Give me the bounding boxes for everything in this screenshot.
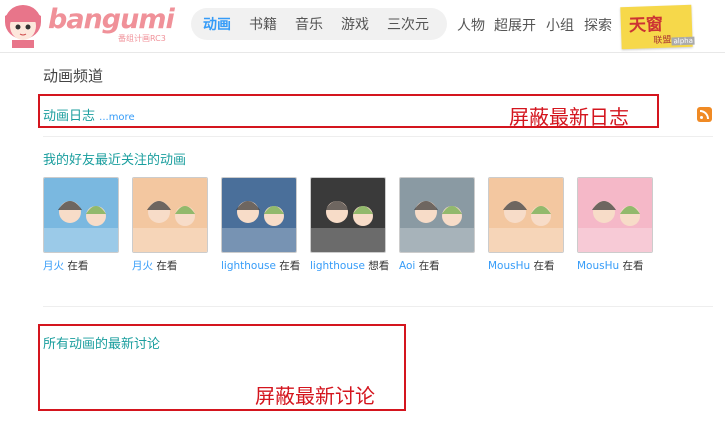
rss-icon[interactable] (697, 107, 712, 122)
nav-music[interactable]: 音乐 (295, 14, 323, 34)
watch-status: 在看 (622, 260, 644, 272)
friend-username-link[interactable]: lighthouse (221, 260, 276, 272)
friend-activity-caption: lighthouse 想看 (310, 258, 389, 273)
anime-cover-thumbnail[interactable] (132, 177, 208, 253)
site-logo-subtitle: 番组计画RC3 (118, 34, 166, 43)
page-title: 动画频道 (43, 67, 104, 85)
friend-activity-caption: Aoi 在看 (399, 258, 440, 273)
nav-rakuen[interactable]: 超展开 (494, 15, 536, 35)
promo-subtitle: 联盟 (653, 35, 672, 47)
anime-log-title-text[interactable]: 动画日志 (43, 109, 95, 124)
watch-status: 在看 (67, 260, 89, 272)
watch-status: 在看 (533, 260, 555, 272)
friend-username-link[interactable]: Aoi (399, 260, 415, 272)
divider (43, 306, 713, 307)
nav-anime[interactable]: 动画 (203, 14, 231, 34)
nav-books[interactable]: 书籍 (249, 14, 277, 34)
friend-activity-caption: 月火 在看 (43, 258, 88, 273)
discussions-overlay-label: 屏蔽最新讨论 (255, 384, 375, 408)
friend-username-link[interactable]: lighthouse (310, 260, 365, 272)
anime-cover-thumbnail[interactable] (221, 177, 297, 253)
anime-cover-thumbnail[interactable] (577, 177, 653, 253)
nav-explore[interactable]: 探索 (584, 15, 612, 35)
friend-activity-caption: MousHu 在看 (577, 258, 644, 273)
site-logo-text[interactable]: bangumi (48, 4, 175, 35)
watch-status: 在看 (279, 260, 301, 272)
divider (43, 136, 713, 137)
friend-username-link[interactable]: 月火 (132, 260, 153, 272)
friend-activity-caption: MousHu 在看 (488, 258, 555, 273)
promo-tag: alpha (671, 36, 696, 46)
friend-username-link[interactable]: 月火 (43, 260, 64, 272)
anime-cover-thumbnail[interactable] (310, 177, 386, 253)
friend-username-link[interactable]: MousHu (577, 260, 619, 272)
discussions-title[interactable]: 所有动画的最新讨论 (43, 333, 160, 352)
friend-activity-caption: lighthouse 在看 (221, 258, 300, 273)
friend-username-link[interactable]: MousHu (488, 260, 530, 272)
watch-status: 在看 (418, 260, 440, 272)
anime-cover-thumbnail[interactable] (43, 177, 119, 253)
watch-status: 在看 (156, 260, 178, 272)
site-header: bangumi 番组计画RC3 动画 书籍 音乐 游戏 三次元 人物 超展开 小… (0, 0, 725, 53)
friends-section-title: 我的好友最近关注的动画 (43, 153, 187, 168)
nav-real[interactable]: 三次元 (387, 14, 429, 34)
anime-cover-thumbnail[interactable] (399, 177, 475, 253)
anime-log-overlay-label: 屏蔽最新日志 (509, 105, 629, 129)
friend-activity-caption: 月火 在看 (132, 258, 177, 273)
watch-status: 想看 (368, 260, 390, 272)
anime-log-title[interactable]: 动画日志 ...more (43, 105, 135, 124)
nav-games[interactable]: 游戏 (341, 14, 369, 34)
nav-groups[interactable]: 小组 (546, 15, 574, 35)
anime-cover-thumbnail[interactable] (488, 177, 564, 253)
nav-people[interactable]: 人物 (457, 15, 485, 35)
tianchuang-promo[interactable]: 天窗 联盟 alpha (620, 4, 696, 50)
mascot-logo-icon[interactable] (2, 2, 44, 48)
anime-log-more-link[interactable]: ...more (99, 112, 134, 123)
